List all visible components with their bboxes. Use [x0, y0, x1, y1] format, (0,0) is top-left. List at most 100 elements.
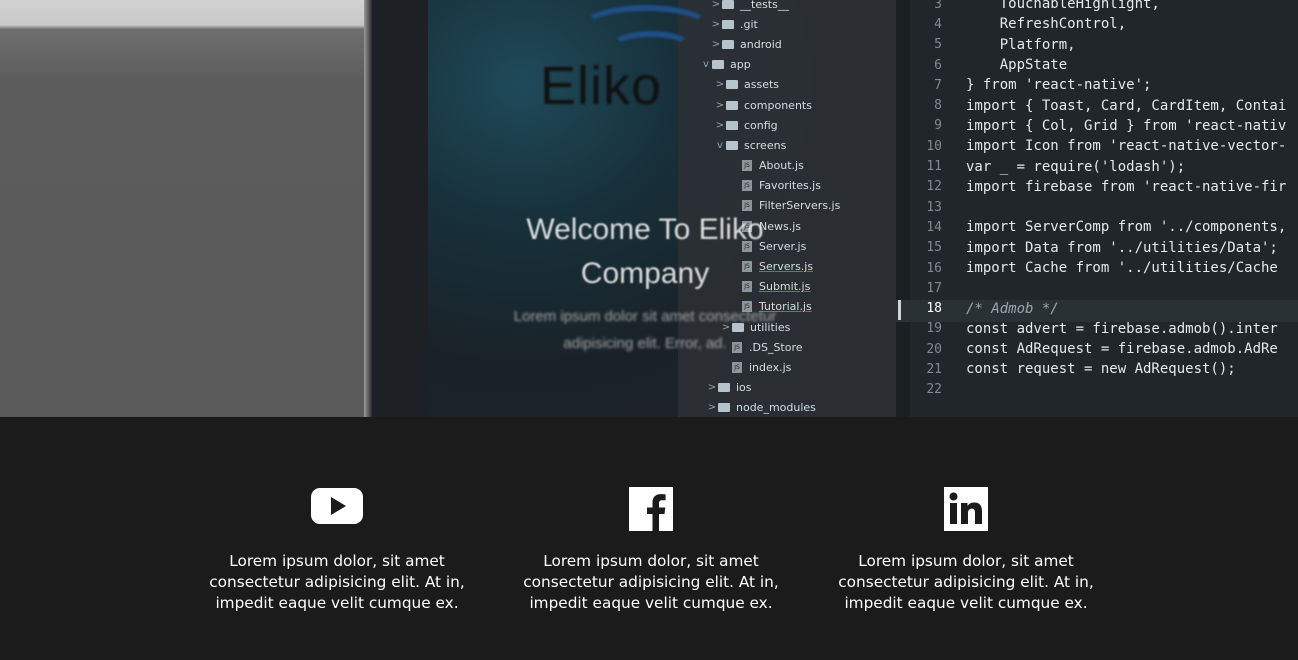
folder-icon	[722, 0, 734, 9]
code-text: const AdRequest = firebase.admob.AdRe	[966, 341, 1278, 358]
tree-folder[interactable]: v screens	[700, 135, 840, 155]
code-text: TouchableHighlight,	[966, 0, 1160, 13]
code-line: 4 RefreshControl,	[896, 14, 1286, 34]
tree-folder[interactable]: > node_modules	[700, 398, 840, 417]
line-number: 4	[934, 16, 942, 32]
folder-icon	[718, 403, 730, 413]
line-number: 11	[926, 159, 942, 175]
chevron-right-icon: >	[711, 0, 721, 10]
active-line-marker	[898, 300, 901, 320]
youtube-icon[interactable]	[311, 487, 363, 525]
tree-item-label: android	[740, 37, 782, 51]
code-line: 6 AppState	[896, 55, 1286, 75]
file-icon: JS	[742, 180, 752, 192]
tree-folder[interactable]: > assets	[700, 75, 840, 95]
line-number: 3	[934, 0, 942, 12]
file-icon: JS	[742, 160, 752, 172]
code-line: 5 Platform,	[896, 35, 1286, 55]
line-number: 14	[926, 219, 942, 235]
line-number: 13	[926, 199, 942, 215]
code-text: var _ = require('lodash');	[966, 158, 1186, 175]
code-line: 10 import Icon from 'react-native-vector-	[896, 136, 1286, 156]
tree-item-label: screens	[744, 138, 787, 152]
code-line: 15 import Data from '../utilities/Data';	[896, 238, 1286, 258]
tree-item-label: index.js	[749, 360, 792, 374]
tree-item-label: assets	[744, 78, 780, 92]
tree-folder[interactable]: > .git	[700, 14, 840, 34]
chevron-down-icon: v	[717, 139, 723, 151]
code-text: import ServerComp from '../components,	[966, 219, 1287, 236]
folder-icon	[722, 19, 734, 29]
code-line: 13	[896, 197, 1286, 217]
tree-item-label: node_modules	[736, 401, 816, 415]
folder-icon	[712, 60, 724, 70]
line-number: 17	[926, 280, 942, 296]
code-line: 14 import ServerComp from '../components,	[896, 217, 1286, 237]
code-text: import Cache from '../utilities/Cache	[966, 260, 1278, 276]
feature-text: Lorem ipsum dolor, sit amet consectetur …	[523, 552, 779, 612]
line-number: 8	[934, 98, 942, 114]
folder-icon	[726, 140, 738, 150]
tree-item-label: config	[744, 118, 778, 132]
logo-text: Eliko	[540, 56, 663, 116]
chevron-down-icon: v	[703, 59, 709, 71]
code-line: 12 import firebase from 'react-native-fir	[896, 177, 1286, 197]
code-line: 11 var _ = require('lodash');	[896, 156, 1286, 176]
code-line: 3 TouchableHighlight,	[896, 0, 1286, 14]
line-number: 10	[926, 138, 942, 154]
feature-youtube: Lorem ipsum dolor, sit amet consectetur …	[187, 487, 487, 614]
code-text: import { Toast, Card, CardItem, Contai	[966, 97, 1287, 114]
chevron-right-icon: >	[715, 99, 725, 111]
feature-facebook: Lorem ipsum dolor, sit amet consectetur …	[501, 487, 801, 614]
line-number: 19	[926, 321, 942, 337]
line-number: 21	[926, 361, 942, 377]
line-number: 6	[934, 57, 942, 73]
hero-banner: > __tests__ > .git > android v app > assets > compo…	[0, 0, 1298, 417]
tree-item-label: .git	[740, 17, 758, 31]
line-number: 20	[926, 341, 942, 357]
tree-folder[interactable]: > __tests__	[700, 0, 840, 14]
tree-folder[interactable]: v app	[700, 55, 840, 75]
folder-icon	[726, 100, 738, 110]
tree-file[interactable]: JS About.js	[700, 156, 840, 176]
code-text: import firebase from 'react-native-fir	[966, 178, 1287, 195]
hero-title: Welcome To Eliko Company	[526, 213, 764, 290]
feature-text: Lorem ipsum dolor, sit amet consectetur …	[838, 552, 1094, 612]
chevron-right-icon: >	[707, 382, 717, 394]
feature-text: Lorem ipsum dolor, sit amet consectetur …	[209, 552, 465, 612]
line-number: 5	[934, 37, 942, 53]
code-text: import Data from '../utilities/Data';	[966, 239, 1278, 256]
tree-folder[interactable]: > android	[700, 34, 840, 54]
tree-folder[interactable]: > ios	[700, 378, 840, 398]
line-number: 12	[926, 179, 942, 195]
code-text: import { Col, Grid } from 'react-nativ	[966, 117, 1287, 134]
hero-subtitle: Lorem ipsum dolor sit amet consectetur a…	[513, 308, 777, 352]
tree-item-label: Favorites.js	[759, 179, 821, 193]
code-text: AppState	[966, 57, 1068, 74]
code-line: 19 const advert = firebase.admob().inter	[896, 319, 1286, 339]
tree-file[interactable]: JS index.js	[700, 357, 840, 377]
tree-item-label: components	[744, 98, 812, 112]
tree-item-label: ios	[736, 381, 752, 395]
social-features: Lorem ipsum dolor, sit amet consectetur …	[0, 417, 1298, 660]
tree-folder[interactable]: > config	[700, 115, 840, 135]
line-number: 9	[934, 118, 942, 134]
facebook-icon[interactable]	[629, 487, 673, 531]
file-icon: JS	[732, 361, 742, 373]
chevron-right-icon: >	[707, 402, 717, 414]
code-editor: 3 TouchableHighlight, 4 RefreshControl, 5 …	[896, 0, 1286, 400]
code-line: 8 import { Toast, Card, CardItem, Contai	[896, 95, 1286, 115]
code-line: 20 const AdRequest = firebase.admob.AdRe	[896, 339, 1286, 359]
code-line: 17	[896, 278, 1286, 298]
folder-icon	[726, 80, 738, 90]
chevron-right-icon: >	[715, 79, 725, 91]
code-text: } from 'react-native';	[966, 77, 1152, 94]
code-line: 9 import { Col, Grid } from 'react-nativ	[896, 116, 1286, 136]
linkedin-icon[interactable]	[944, 487, 988, 531]
tree-folder[interactable]: > components	[700, 95, 840, 115]
code-line: 16 import Cache from '../utilities/Cache	[896, 258, 1286, 278]
folder-icon	[726, 120, 738, 130]
line-number: 15	[926, 240, 942, 256]
tree-file[interactable]: JS Favorites.js	[700, 176, 840, 196]
code-line: 22	[896, 380, 1286, 400]
